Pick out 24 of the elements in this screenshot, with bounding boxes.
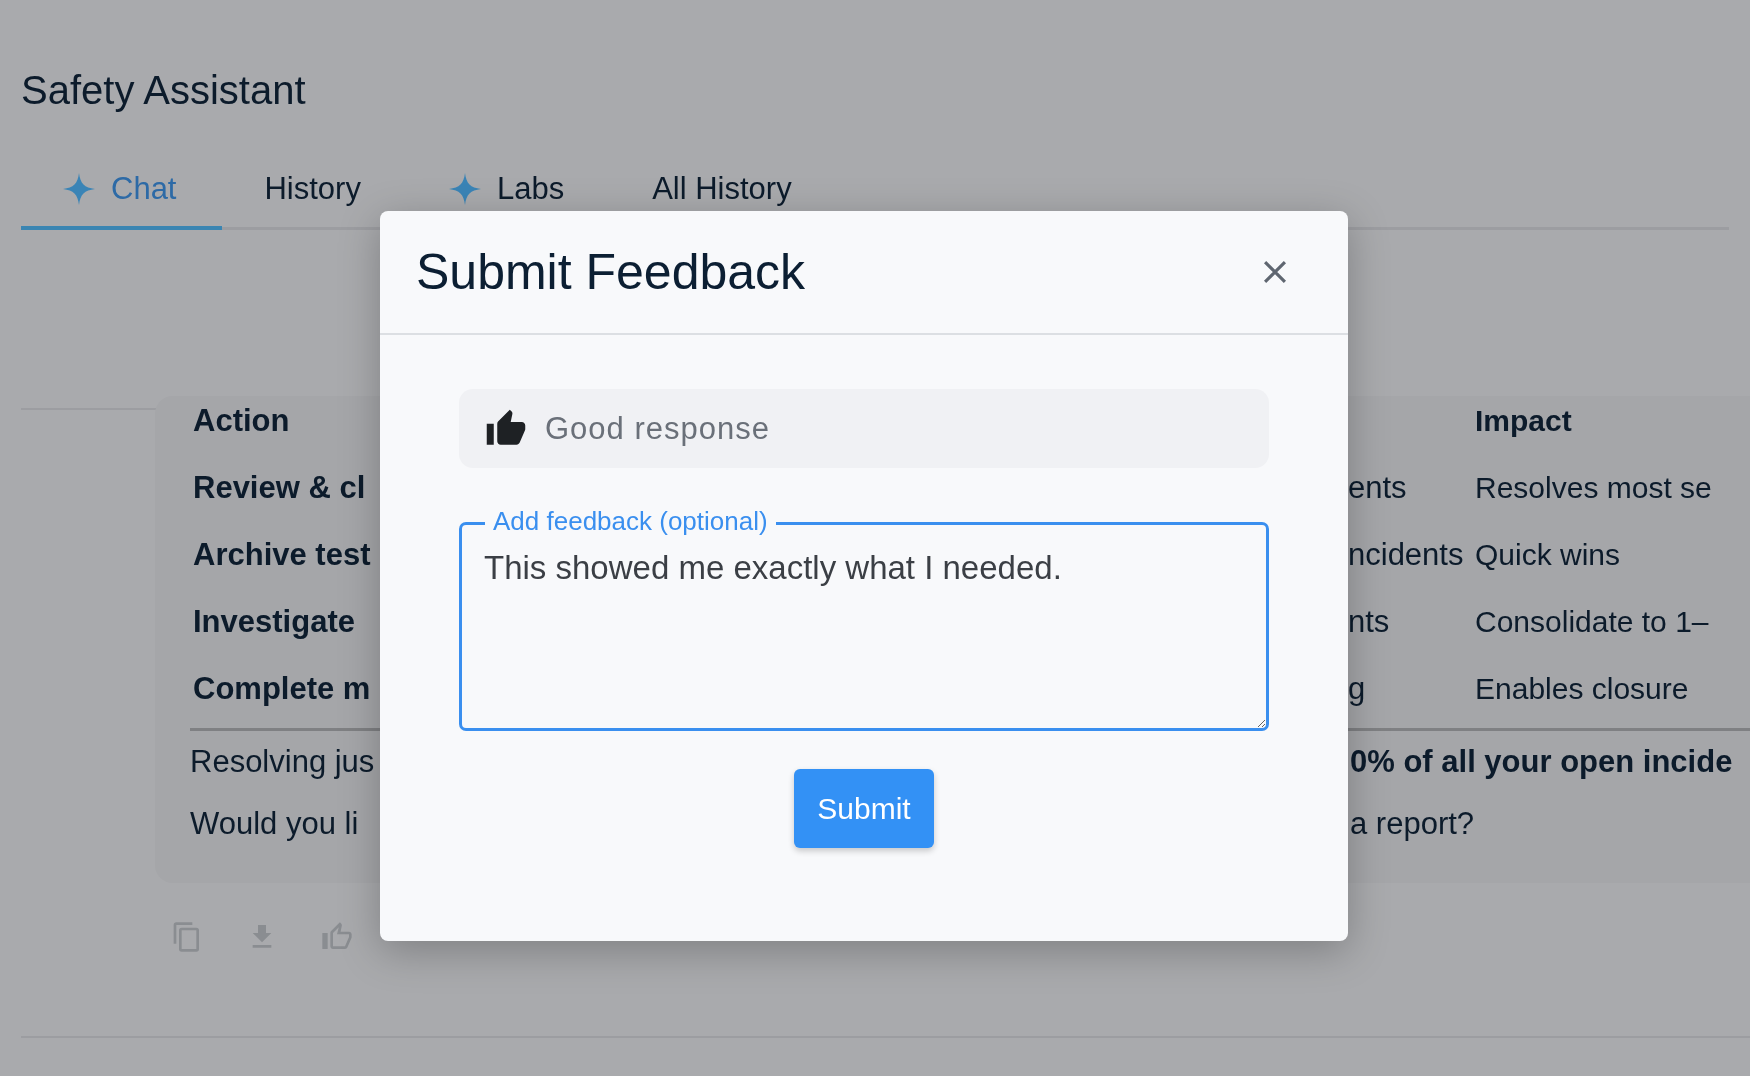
table-cell: Consolidate to 1– [1475, 604, 1709, 639]
tab[interactable]: All History [610, 158, 838, 230]
table-cell-text: Complete m [193, 670, 372, 707]
message-text: Would you li [190, 806, 360, 842]
message-text: 0% of all your open incide [1350, 744, 1733, 780]
message-text: a report? [1350, 806, 1475, 842]
table-cell-text: g [1348, 670, 1367, 707]
tab[interactable]: History [222, 158, 407, 230]
table-cell-text: nts [1348, 603, 1391, 640]
table-cell: Resolves most se [1475, 470, 1712, 505]
table-cell-text: Investigate [193, 603, 356, 640]
rating-label: Good response [545, 410, 770, 447]
table-cell-text: Archive test [193, 536, 372, 573]
dialog-title: Submit Feedback [416, 243, 806, 301]
column-header: Impact [1475, 404, 1572, 438]
table-cell: Enables closure [1475, 671, 1689, 706]
tab[interactable]: Labs [406, 158, 611, 230]
message-text: Resolving jus [190, 744, 374, 780]
table-cell-text: ents [1348, 469, 1408, 506]
app-title: Safety Assistant [21, 67, 306, 114]
table-cell-text: ncidents [1348, 536, 1465, 573]
table-cell-text: Review & cl [193, 469, 367, 506]
table-cell: Quick wins [1475, 537, 1621, 572]
column-header: Action [193, 403, 291, 439]
